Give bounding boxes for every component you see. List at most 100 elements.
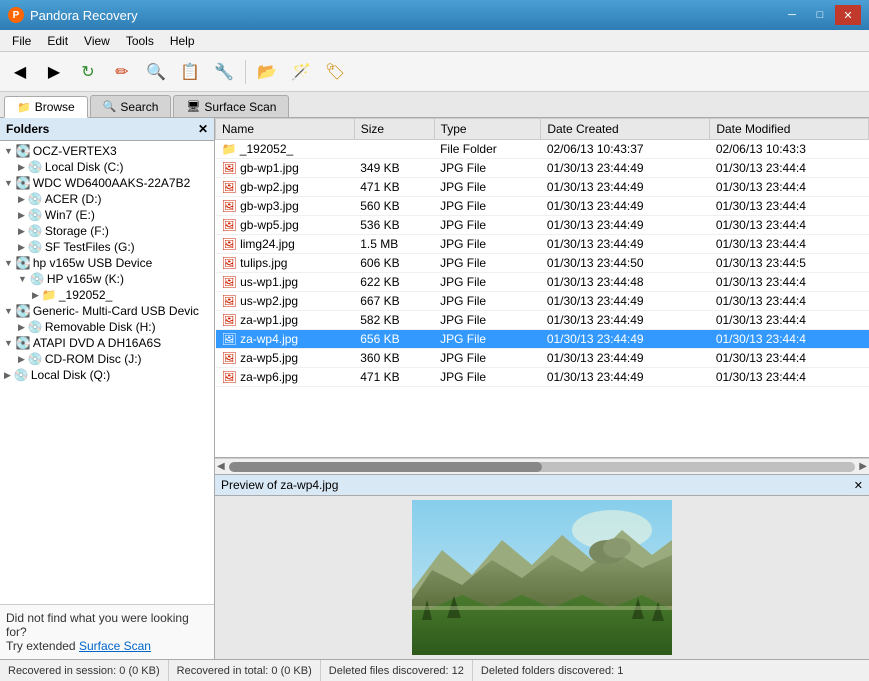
file-size-cell: 606 KB <box>354 254 434 273</box>
tab-search-label: Search <box>120 100 158 114</box>
tree-item-icon: 💿 <box>14 368 29 382</box>
tab-surface-scan[interactable]: 🖥 Surface Scan <box>173 95 289 117</box>
file-size-cell <box>354 140 434 159</box>
tree-item-icon: 💿 <box>28 320 43 334</box>
tree-item-win7-e[interactable]: ▶💿Win7 (E:) <box>2 207 212 223</box>
file-name-cell: 🖼 za-wp6.jpg <box>216 368 355 387</box>
table-row[interactable]: 🖼 gb-wp3.jpg 560 KB JPG File 01/30/13 23… <box>216 197 869 216</box>
tab-search[interactable]: 🔍 Search <box>90 95 172 117</box>
file-name-cell: 🖼 us-wp1.jpg <box>216 273 355 292</box>
file-date-created-cell: 01/30/13 23:44:50 <box>541 254 710 273</box>
forward-button[interactable]: ▶ <box>38 56 70 88</box>
wand-button[interactable]: 🔧 <box>208 56 240 88</box>
col-type[interactable]: Type <box>434 119 541 140</box>
tree-item-local-q[interactable]: ▶💿Local Disk (Q:) <box>2 367 212 383</box>
menu-tools[interactable]: Tools <box>118 32 162 50</box>
col-date-created[interactable]: Date Created <box>541 119 710 140</box>
table-row[interactable]: 🖼 gb-wp1.jpg 349 KB JPG File 01/30/13 23… <box>216 159 869 178</box>
preview-close-icon[interactable]: ✕ <box>854 479 863 492</box>
tree-item-storage-f[interactable]: ▶💿Storage (F:) <box>2 223 212 239</box>
table-row[interactable]: 📁 _192052_ File Folder 02/06/13 10:43:37… <box>216 140 869 159</box>
tree-item-hp-usb[interactable]: ▼💽hp v165w USB Device <box>2 255 212 271</box>
file-date-modified-cell: 02/06/13 10:43:3 <box>710 140 869 159</box>
tree-item-cdrom-j[interactable]: ▶💿CD-ROM Disc (J:) <box>2 351 212 367</box>
file-area: Name Size Type Date Created Date Modifie… <box>215 118 869 659</box>
tree-expand-icon: ▼ <box>4 258 13 268</box>
file-name: za-wp5.jpg <box>240 351 298 365</box>
col-size[interactable]: Size <box>354 119 434 140</box>
table-row[interactable]: 🖼 za-wp6.jpg 471 KB JPG File 01/30/13 23… <box>216 368 869 387</box>
table-row[interactable]: 🖼 za-wp5.jpg 360 KB JPG File 01/30/13 23… <box>216 349 869 368</box>
file-type-cell: JPG File <box>434 254 541 273</box>
tree-item-label: Local Disk (Q:) <box>31 368 110 382</box>
table-row[interactable]: 🖼 gb-wp2.jpg 471 KB JPG File 01/30/13 23… <box>216 178 869 197</box>
file-date-modified-cell: 01/30/13 23:44:4 <box>710 349 869 368</box>
file-type-cell: JPG File <box>434 216 541 235</box>
file-type-cell: JPG File <box>434 292 541 311</box>
browse-button[interactable]: 📂 <box>251 56 283 88</box>
tree-item-ocz[interactable]: ▼💽OCZ-VERTEX3 <box>2 143 212 159</box>
tree-item-192052[interactable]: ▶📁_192052_ <box>2 287 212 303</box>
tree-item-generic-usb[interactable]: ▼💽Generic- Multi-Card USB Devic <box>2 303 212 319</box>
col-date-modified[interactable]: Date Modified <box>710 119 869 140</box>
menu-file[interactable]: File <box>4 32 39 50</box>
file-table-body: 📁 _192052_ File Folder 02/06/13 10:43:37… <box>216 140 869 387</box>
refresh-button[interactable]: ↻ <box>72 56 104 88</box>
table-row[interactable]: 🖼 za-wp4.jpg 656 KB JPG File 01/30/13 23… <box>216 330 869 349</box>
tree-expand-icon: ▶ <box>18 210 25 221</box>
table-row[interactable]: 🖼 limg24.jpg 1.5 MB JPG File 01/30/13 23… <box>216 235 869 254</box>
tree-item-icon: 💿 <box>28 208 43 222</box>
file-date-modified-cell: 01/30/13 23:44:4 <box>710 197 869 216</box>
file-icon: 📁 <box>222 142 237 156</box>
edit-button[interactable]: ✏ <box>106 56 138 88</box>
file-name-cell: 🖼 gb-wp5.jpg <box>216 216 355 235</box>
clipboard-button[interactable]: 📋 <box>174 56 206 88</box>
tree-item-wdc[interactable]: ▼💽WDC WD6400AAKS-22A7B2 <box>2 175 212 191</box>
menu-help[interactable]: Help <box>162 32 203 50</box>
menu-edit[interactable]: Edit <box>39 32 76 50</box>
file-size-cell: 582 KB <box>354 311 434 330</box>
surface-scan-link[interactable]: Surface Scan <box>79 639 151 653</box>
preview-header: Preview of za-wp4.jpg ✕ <box>215 475 869 496</box>
tab-browse-label: Browse <box>35 100 75 114</box>
file-icon: 🖼 <box>222 294 237 308</box>
sidebar-close-icon[interactable]: ✕ <box>198 122 208 136</box>
scrollbar-thumb <box>229 462 542 472</box>
horizontal-scrollbar[interactable]: ◀ ▶ <box>215 458 869 474</box>
close-button[interactable]: ✕ <box>835 5 861 25</box>
tree-item-label: Generic- Multi-Card USB Devic <box>33 304 199 318</box>
file-type-cell: JPG File <box>434 178 541 197</box>
search-toolbar-button[interactable]: 🔍 <box>140 56 172 88</box>
file-list[interactable]: Name Size Type Date Created Date Modifie… <box>215 118 869 458</box>
tab-browse[interactable]: 📁 Browse <box>4 96 88 118</box>
maximize-button[interactable]: □ <box>807 5 833 25</box>
file-type-cell: JPG File <box>434 197 541 216</box>
tree-item-label: HP v165w (K:) <box>47 272 124 286</box>
recover-button[interactable]: 🪄 <box>285 56 317 88</box>
label-button[interactable]: 🏷 <box>319 56 351 88</box>
file-date-created-cell: 01/30/13 23:44:48 <box>541 273 710 292</box>
tree-item-local-c[interactable]: ▶💿Local Disk (C:) <box>2 159 212 175</box>
file-type-cell: JPG File <box>434 311 541 330</box>
table-row[interactable]: 🖼 us-wp2.jpg 667 KB JPG File 01/30/13 23… <box>216 292 869 311</box>
file-date-created-cell: 01/30/13 23:44:49 <box>541 368 710 387</box>
tree-item-sf-testfiles-g[interactable]: ▶💿SF TestFiles (G:) <box>2 239 212 255</box>
tree-item-acer-d[interactable]: ▶💿ACER (D:) <box>2 191 212 207</box>
file-date-created-cell: 01/30/13 23:44:49 <box>541 216 710 235</box>
col-name[interactable]: Name <box>216 119 355 140</box>
file-icon: 🖼 <box>222 275 237 289</box>
preview-image <box>412 500 672 655</box>
tree-item-hp-k[interactable]: ▼💿HP v165w (K:) <box>2 271 212 287</box>
menu-view[interactable]: View <box>76 32 118 50</box>
minimize-button[interactable]: ─ <box>779 5 805 25</box>
table-row[interactable]: 🖼 za-wp1.jpg 582 KB JPG File 01/30/13 23… <box>216 311 869 330</box>
tree-item-removable-h[interactable]: ▶💿Removable Disk (H:) <box>2 319 212 335</box>
back-button[interactable]: ◀ <box>4 56 36 88</box>
table-row[interactable]: 🖼 gb-wp5.jpg 536 KB JPG File 01/30/13 23… <box>216 216 869 235</box>
tree-expand-icon: ▼ <box>4 338 13 348</box>
status-recovered-total: Recovered in total: 0 (0 KB) <box>169 660 321 681</box>
table-row[interactable]: 🖼 us-wp1.jpg 622 KB JPG File 01/30/13 23… <box>216 273 869 292</box>
tree-item-atapi-dvd[interactable]: ▼💽ATAPI DVD A DH16A6S <box>2 335 212 351</box>
tabs: 📁 Browse 🔍 Search 🖥 Surface Scan <box>0 92 869 118</box>
table-row[interactable]: 🖼 tulips.jpg 606 KB JPG File 01/30/13 23… <box>216 254 869 273</box>
